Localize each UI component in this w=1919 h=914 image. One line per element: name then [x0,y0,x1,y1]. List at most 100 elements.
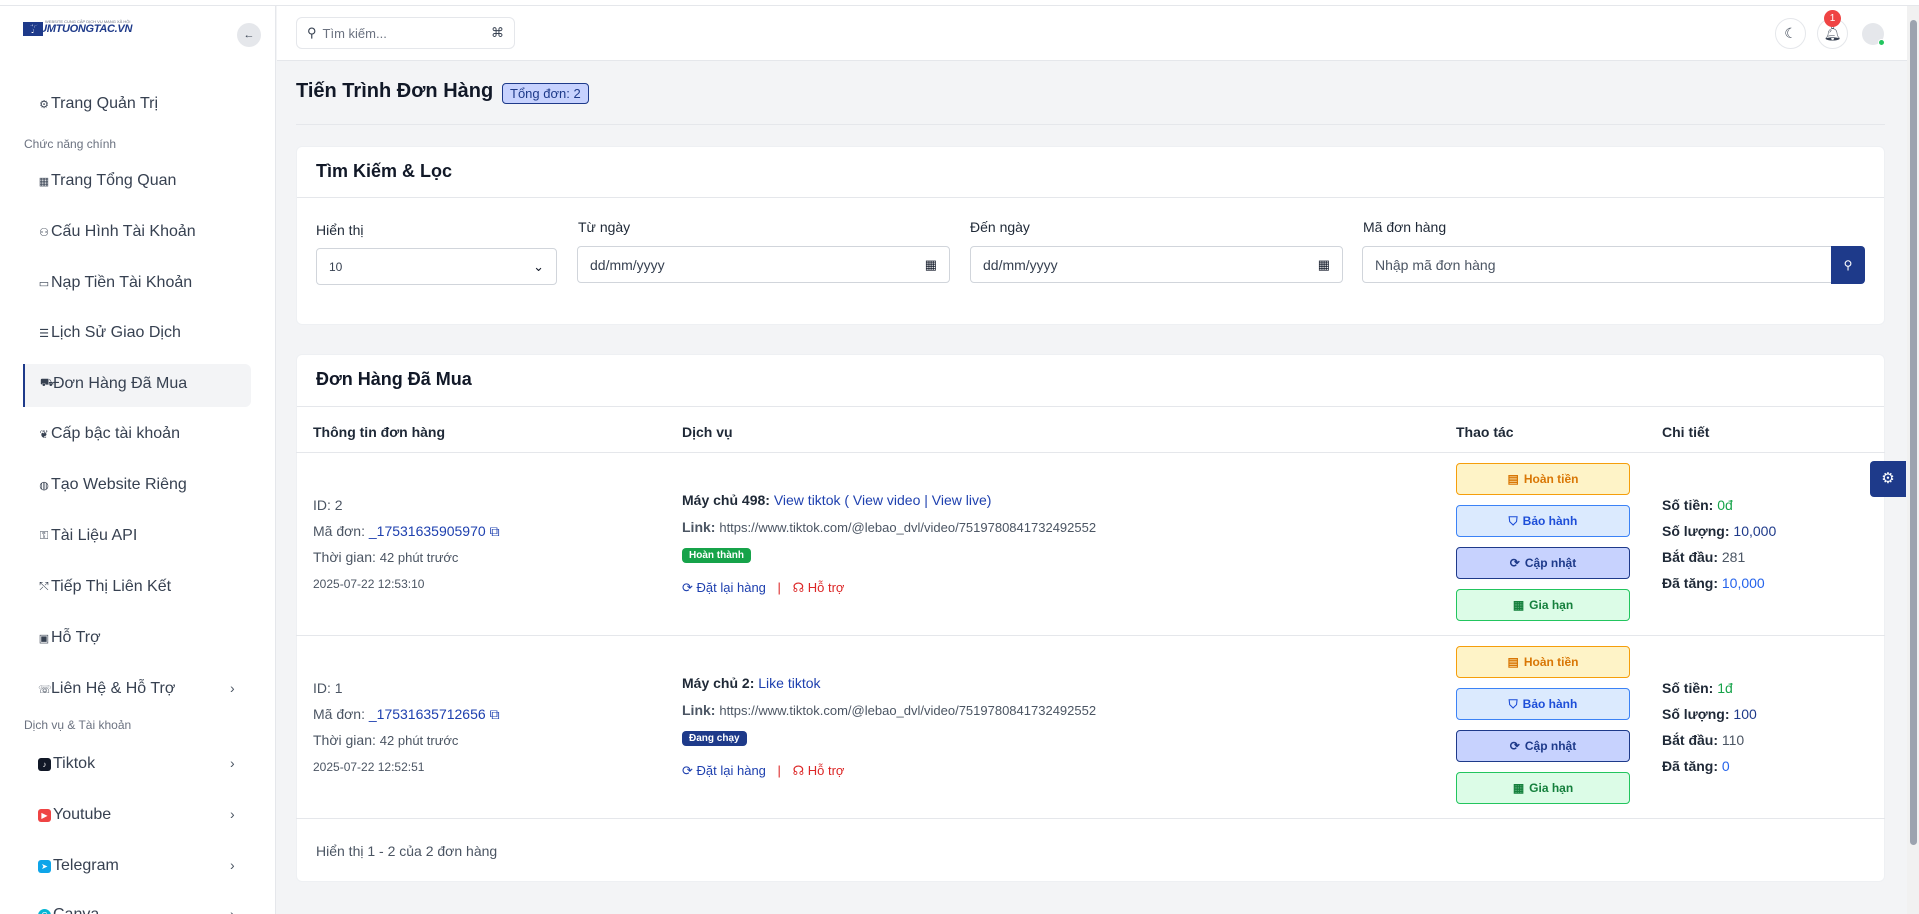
quantity-label: Số lượng: [1662,523,1730,539]
sidebar-item-create-website[interactable]: ◍ Tạo Website Riêng [38,476,187,494]
refresh-icon: ⟳ [682,763,693,778]
update-label: Cập nhật [1524,739,1577,753]
update-label: Cập nhật [1524,556,1577,570]
link-label: Link: [682,519,716,535]
sidebar-item-label: Hỗ Trợ [51,629,101,646]
chevron-right-icon: › [230,857,235,873]
sidebar-item-api-docs[interactable]: ⚿ Tài Liệu API [38,527,137,545]
from-date-input[interactable]: dd/mm/yyyy ▦ [577,246,950,283]
sidebar-item-canva[interactable]: C Canva [38,906,99,914]
sidebar-item-affiliate[interactable]: ⤲ Tiếp Thị Liên Kết [38,578,171,596]
sidebar-item-label: Tiktok [53,755,96,772]
refund-button[interactable]: ▤ Hoàn tiền [1456,646,1630,678]
sidebar-item-label: Đơn Hàng Đã Mua [53,375,188,392]
moon-icon: ☾ [1784,25,1797,41]
copy-icon[interactable]: ⧉ [490,523,500,539]
filter-card-title: Tìm Kiếm & Lọc [316,161,453,181]
calendar-icon: ▦ [1512,781,1525,795]
service-name[interactable]: Like tiktok [758,675,820,691]
gear-icon: ⚙ [39,98,49,111]
sidebar-item-label: Liên Hệ & Hỗ Trợ [51,680,176,697]
sidebar-item-account-config[interactable]: ⚇ Cấu Hình Tài Khoản [38,223,196,241]
sidebar-item-label: Nạp Tiền Tài Khoản [51,274,193,291]
logo[interactable]: T TRUMTUONGTAC.VN WEBSITE CUNG CẤP DỊCH … [23,19,132,36]
order-link[interactable]: https://www.tiktok.com/@lebao_dvl/video/… [719,520,1096,535]
from-date-placeholder: dd/mm/yyyy [590,256,665,273]
show-select[interactable]: 10 ⌄ [316,248,557,285]
headset-icon: ☊ [792,580,805,595]
amount-label: Số tiền: [1662,680,1714,696]
cart-icon: ⛟ [40,377,54,389]
calendar-icon: ▦ [924,256,937,272]
extend-button[interactable]: ▦ Gia hạn [1456,589,1630,621]
sidebar-item-account-level[interactable]: ❦ Cấp bậc tài khoản [38,425,180,443]
update-button[interactable]: ⟳ Cập nhật [1456,730,1630,762]
sidebar-item-support[interactable]: ▣ Hỗ Trợ [38,629,101,647]
order-code-input[interactable]: Nhập mã đơn hàng [1362,246,1832,283]
calendar-icon: ▦ [1512,598,1525,612]
sidebar-item-label: Tiếp Thị Liên Kết [51,578,172,595]
refresh-icon: ⟳ [682,580,693,595]
quantity-value: 100 [1733,706,1757,722]
share-icon: ⤲ [39,580,49,593]
tiktok-icon: ♪ [38,757,51,771]
order-code-placeholder: Nhập mã đơn hàng [1375,256,1496,273]
reorder-link[interactable]: ⟳ Đặt lại hàng [682,580,766,595]
sidebar-item-telegram[interactable]: ➤ Telegram [38,857,119,875]
chevron-right-icon: › [230,755,235,771]
sidebar-item-deposit[interactable]: ▭ Nạp Tiền Tài Khoản [38,274,192,292]
service-name[interactable]: View tiktok ( View video | View live) [774,492,992,508]
sidebar-item-label: Canva [53,906,99,914]
amount-value: 0đ [1717,497,1733,513]
filter-search-button[interactable]: ⚲ [1831,246,1865,284]
sidebar-item-admin[interactable]: ⚙ Trang Quản Trị [38,95,158,113]
reorder-link[interactable]: ⟳ Đặt lại hàng [682,763,766,778]
separator: | [777,580,781,595]
reorder-label: Đặt lại hàng [696,763,766,778]
section-services-label: Dịch vụ & Tài khoản [24,718,132,732]
status-badge: Đang chạy [682,731,747,746]
to-date-input[interactable]: dd/mm/yyyy ▦ [970,246,1343,283]
extend-button[interactable]: ▦ Gia hạn [1456,772,1630,804]
refund-button[interactable]: ▤ Hoàn tiền [1456,463,1630,495]
sidebar-item-dashboard[interactable]: ▦ Trang Tổng Quan [38,172,177,190]
notification-count-badge: 1 [1824,10,1841,27]
order-code-label: Mã đơn hàng [1363,219,1447,235]
update-button[interactable]: ⟳ Cập nhật [1456,547,1630,579]
copy-icon[interactable]: ⧉ [490,706,500,722]
ticket-icon: ▣ [38,632,50,645]
sidebar-item-youtube[interactable]: ▶ Youtube [38,806,111,824]
refresh-icon: ⟳ [1509,739,1520,753]
chevron-down-icon: ⌄ [533,258,544,274]
card-divider [297,197,1884,198]
increased-label: Đã tăng: [1662,758,1718,774]
header-divider [296,452,1885,453]
start-value: 110 [1721,732,1745,748]
scrollbar-thumb[interactable] [1910,20,1917,845]
sidebar-item-tiktok[interactable]: ♪ Tiktok [38,755,95,773]
sidebar-item-contact[interactable]: ☏ Liên Hệ & Hỗ Trợ [38,680,175,698]
quantity-label: Số lượng: [1662,706,1730,722]
youtube-icon: ▶ [38,808,51,822]
time-label: Thời gian: [313,732,376,748]
support-link[interactable]: ☊ Hỗ trợ [793,580,845,595]
card-icon: ▭ [38,277,50,290]
warranty-button[interactable]: ⛉ Bảo hành [1456,505,1630,537]
link-label: Link: [682,702,716,718]
support-link[interactable]: ☊ Hỗ trợ [793,763,845,778]
dark-mode-toggle[interactable]: ☾ [1775,18,1806,49]
logo-tagline: WEBSITE CUNG CẤP DỊCH VỤ MẠNG XÃ HỘI [45,19,131,24]
start-label: Bắt đầu: [1662,549,1718,565]
warranty-button[interactable]: ⛉ Bảo hành [1456,688,1630,720]
reorder-label: Đặt lại hàng [696,580,766,595]
order-link[interactable]: https://www.tiktok.com/@lebao_dvl/video/… [719,703,1096,718]
sidebar-item-orders[interactable]: ⛟ Đơn Hàng Đã Mua [40,375,187,393]
collapse-sidebar-button[interactable]: ← [237,23,261,47]
settings-float-button[interactable]: ⚙ [1870,461,1906,497]
order-code: _17531635905970 [368,523,486,539]
search-input[interactable]: ⚲ Tìm kiếm... ⌘ [296,17,515,49]
to-date-label: Đến ngày [970,219,1030,235]
headset-icon: ☊ [792,763,805,778]
sidebar-item-transactions[interactable]: ☰ Lịch Sử Giao Dịch [38,324,181,342]
increased-value: 10,000 [1721,575,1765,591]
